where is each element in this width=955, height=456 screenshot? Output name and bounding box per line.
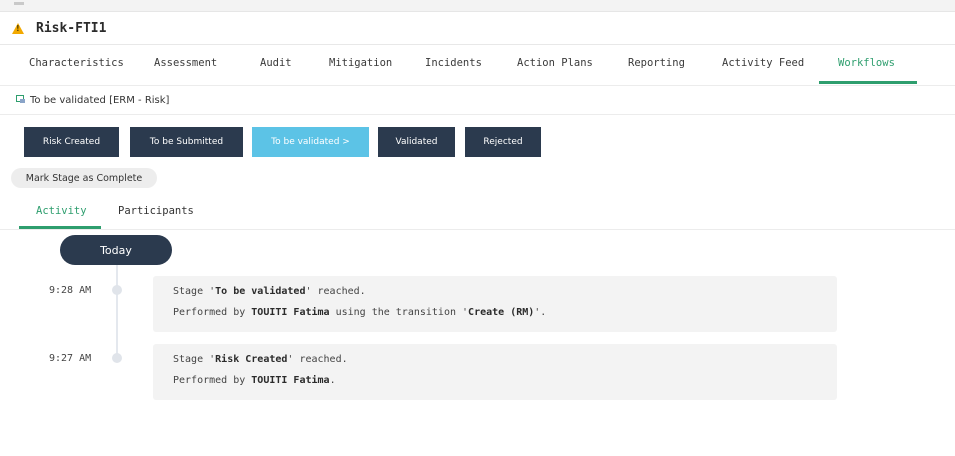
record-title: Risk-FTI1 bbox=[36, 21, 107, 36]
stage-button-to-be-validated[interactable]: To be validated > bbox=[252, 127, 369, 157]
active-subtab-indicator bbox=[19, 226, 101, 229]
tab-incidents[interactable]: Incidents bbox=[425, 57, 482, 69]
record-tabs: Characteristics Assessment Audit Mitigat… bbox=[0, 45, 955, 86]
mark-stage-complete-button[interactable]: Mark Stage as Complete bbox=[11, 168, 157, 188]
workflow-stage-icon bbox=[16, 95, 26, 104]
entry-performer: TOUITI Fatima bbox=[251, 375, 330, 386]
stage-button-to-be-submitted[interactable]: To be Submitted bbox=[130, 127, 243, 157]
stage-button-risk-created[interactable]: Risk Created bbox=[24, 127, 119, 157]
tab-reporting[interactable]: Reporting bbox=[628, 57, 685, 69]
record-header: Risk-FTI1 bbox=[0, 12, 955, 45]
tab-activity-feed[interactable]: Activity Feed bbox=[722, 57, 804, 69]
tab-action-plans[interactable]: Action Plans bbox=[517, 57, 593, 69]
timeline-line bbox=[116, 265, 118, 357]
entry-performer: TOUITI Fatima bbox=[251, 307, 330, 318]
tab-audit[interactable]: Audit bbox=[260, 57, 292, 69]
entry-performer-line: Performed by TOUITI Fatima. bbox=[173, 375, 336, 386]
subtab-activity[interactable]: Activity bbox=[36, 205, 87, 217]
activity-subtabs: Activity Participants bbox=[0, 195, 955, 230]
timeline-group-label: Today bbox=[60, 235, 172, 265]
activity-entry: Stage 'Risk Created' reached. Performed … bbox=[153, 344, 837, 400]
tab-assessment[interactable]: Assessment bbox=[154, 57, 217, 69]
tab-characteristics[interactable]: Characteristics bbox=[29, 57, 124, 69]
entry-performer-line: Performed by TOUITI Fatima using the tra… bbox=[173, 307, 547, 318]
active-tab-indicator bbox=[819, 81, 917, 84]
entry-time: 9:27 AM bbox=[49, 353, 92, 364]
entry-stage-name: To be validated bbox=[215, 286, 306, 297]
entry-stage-line: Stage 'Risk Created' reached. bbox=[173, 354, 348, 365]
timeline-dot bbox=[112, 353, 122, 363]
warning-icon bbox=[12, 23, 24, 34]
entry-time: 9:28 AM bbox=[49, 285, 92, 296]
stage-button-validated[interactable]: Validated bbox=[378, 127, 455, 157]
subtab-participants[interactable]: Participants bbox=[118, 205, 194, 217]
entry-stage-name: Risk Created bbox=[215, 354, 288, 365]
activity-entry: Stage 'To be validated' reached. Perform… bbox=[153, 276, 837, 332]
current-stage-label: To be validated [ERM - Risk] bbox=[30, 95, 170, 106]
current-stage-row: To be validated [ERM - Risk] bbox=[0, 86, 955, 115]
tab-mitigation[interactable]: Mitigation bbox=[329, 57, 392, 69]
entry-stage-line: Stage 'To be validated' reached. bbox=[173, 286, 366, 297]
top-strip-marker bbox=[14, 2, 24, 5]
entry-transition: Create (RM) bbox=[468, 307, 535, 318]
top-strip bbox=[0, 0, 955, 12]
tab-workflows[interactable]: Workflows bbox=[838, 57, 895, 69]
stage-button-rejected[interactable]: Rejected bbox=[465, 127, 541, 157]
timeline-dot bbox=[112, 285, 122, 295]
